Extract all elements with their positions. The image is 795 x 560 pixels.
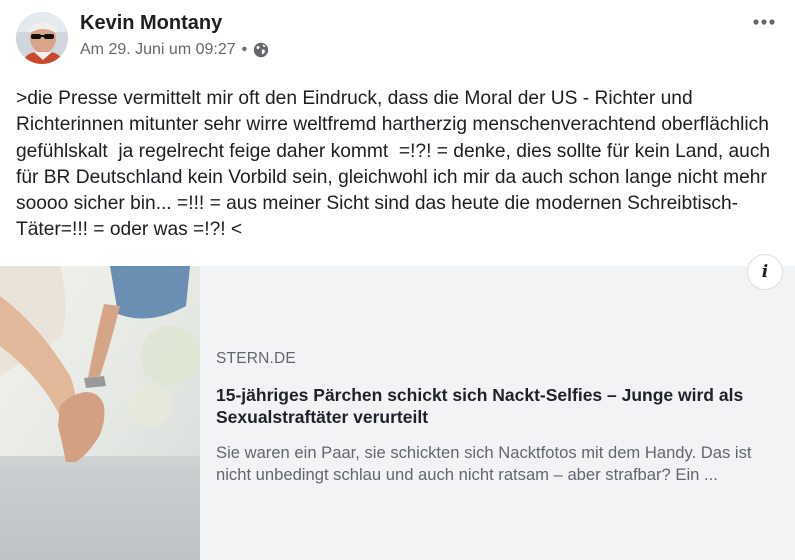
holding-hands-image xyxy=(0,266,200,560)
link-description: Sie waren ein Paar, sie schickten sich N… xyxy=(216,443,752,484)
link-preview-body[interactable]: STERN.DE 15-jähriges Pärchen schickt sic… xyxy=(216,266,786,560)
meta-separator: • xyxy=(241,41,248,58)
avatar[interactable] xyxy=(16,12,68,64)
link-preview-card[interactable]: STERN.DE 15-jähriges Pärchen schickt sic… xyxy=(0,266,795,560)
post-header: Kevin Montany Am 29. Juni um 09:27 • xyxy=(0,0,795,80)
post-timestamp[interactable]: Am 29. Juni um 09:27 xyxy=(80,41,236,59)
more-options-icon[interactable] xyxy=(751,12,777,32)
link-headline[interactable]: 15-jähriges Pärchen schickt sich Nackt-S… xyxy=(216,384,776,428)
post-text: >die Presse vermittelt mir oft den Eindr… xyxy=(16,88,776,241)
author-name[interactable]: Kevin Montany xyxy=(80,12,222,35)
profile-photo xyxy=(16,12,68,64)
info-icon[interactable]: i xyxy=(747,254,783,290)
link-preview-image[interactable] xyxy=(0,266,200,560)
link-domain: STERN.DE xyxy=(216,350,296,367)
post-meta: Am 29. Juni um 09:27 • xyxy=(80,41,269,59)
globe-icon[interactable] xyxy=(253,42,269,58)
